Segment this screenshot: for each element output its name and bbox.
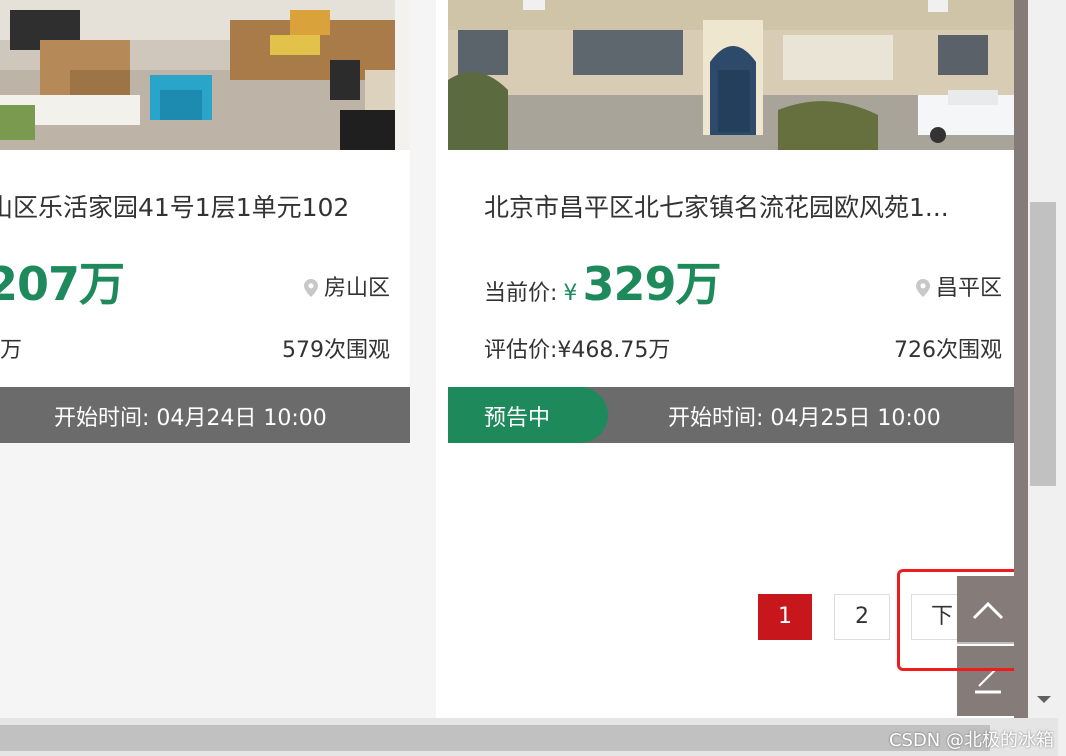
listing-title[interactable]: 山区乐活家园41号1层1单元102 [0, 188, 408, 224]
watermark: CSDN @北极的冰箱 [888, 730, 1054, 751]
location-pin-icon [303, 279, 318, 297]
listing-photo[interactable] [0, 0, 410, 150]
listing-card[interactable]: 山区乐活家园41号1层1单元102 207万 房山区 9万 579次围观 开始时… [0, 0, 410, 443]
scroll-down-arrow-icon[interactable] [1034, 690, 1054, 710]
start-time: 开始时间: 04月24日 10:00 [54, 406, 327, 431]
evaluation-price: 评估价:¥468.75万 [484, 338, 671, 363]
window-edge [1058, 0, 1066, 756]
view-count: 579次围观 [282, 338, 390, 363]
current-price: 329万 [582, 257, 722, 311]
page-button-2[interactable]: 2 [834, 594, 890, 640]
currency-symbol: ¥ [563, 281, 578, 306]
vertical-scrollbar-thumb[interactable] [1030, 202, 1056, 486]
listing-title[interactable]: 北京市昌平区北七家镇名流花园欧风苑1... [484, 188, 1002, 224]
page-edge-strip [1014, 0, 1028, 718]
listing-card[interactable]: 北京市昌平区北七家镇名流花园欧风苑1... 当前价: ¥ 329万 昌平区 评估价… [448, 0, 1014, 443]
location-pin-icon [915, 279, 930, 297]
horizontal-scrollbar-thumb[interactable] [0, 725, 990, 751]
page-button-1[interactable]: 1 [758, 594, 812, 640]
current-price: 207万 [0, 257, 125, 311]
evaluation-price: 9万 [0, 338, 22, 363]
status-label: 预告中 [484, 406, 551, 431]
price-row: 当前价: ¥ 329万 [484, 248, 722, 311]
annotation-highlight-box [897, 569, 1032, 671]
location: 昌平区 [915, 270, 1002, 302]
time-bar: 开始时间: 04月24日 10:00 [0, 387, 410, 443]
status-badge: 预告中 [448, 387, 608, 443]
location: 房山区 [303, 270, 390, 302]
time-bar: 预告中 开始时间: 04月25日 10:00 [448, 387, 1014, 443]
start-time: 开始时间: 04月25日 10:00 [668, 406, 941, 431]
price-row: 207万 [0, 248, 125, 311]
listing-photo[interactable] [448, 0, 1014, 150]
location-label: 房山区 [323, 276, 390, 301]
view-count: 726次围观 [894, 338, 1002, 363]
price-label: 当前价: [484, 281, 558, 306]
location-label: 昌平区 [935, 276, 1002, 301]
